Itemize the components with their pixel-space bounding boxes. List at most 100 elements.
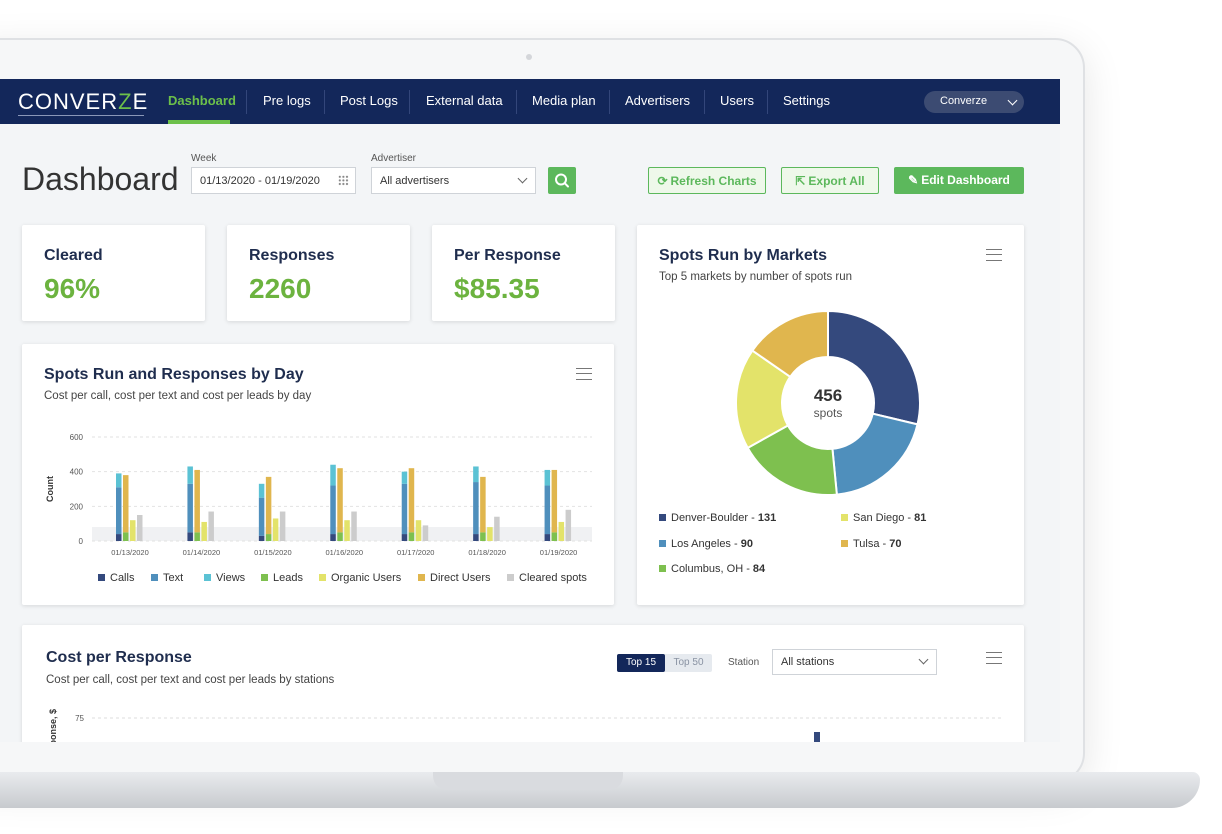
legend-market-name: Denver-Boulder - [671, 512, 758, 524]
legend-market-name: San Diego - [853, 512, 914, 524]
bar-text [258, 497, 265, 536]
bar-organic [487, 527, 493, 541]
x-tick-label: 01/19/2020 [540, 548, 578, 557]
calendar-icon[interactable] [338, 175, 349, 186]
bar-organic [201, 521, 207, 541]
legend-label: Calls [110, 572, 135, 584]
legend-label: San Diego - 81 [853, 512, 926, 524]
chevron-down-icon [1007, 95, 1018, 106]
account-dropdown[interactable]: Converze [924, 91, 1024, 113]
advertiser-value: All advertisers [380, 175, 450, 187]
legend-swatch [507, 574, 514, 581]
y-tick-label: 0 [79, 537, 84, 546]
toggle-top-15[interactable]: Top 15 [617, 654, 665, 672]
bar-text [187, 483, 193, 533]
kpi-card-cleared: Cleared 96% [22, 225, 205, 321]
search-button[interactable] [548, 167, 576, 194]
station-select[interactable]: All stations [772, 649, 937, 675]
bar-leads [551, 532, 558, 541]
bar-views [473, 466, 479, 483]
spots-by-day-chart: 0 200 400 600 Count 01/13/2020 01/14/2020 01/15… [45, 433, 592, 584]
donut-center-value: 456 [814, 386, 842, 405]
legend-market-value: 131 [758, 512, 776, 524]
legend-label: Columbus, OH - 84 [671, 563, 766, 575]
bar-cleared [279, 511, 286, 541]
x-tick-label: 01/15/2020 [254, 548, 292, 557]
y-tick-label: 400 [70, 468, 84, 477]
legend-swatch [841, 514, 848, 521]
nav-item-pre-logs[interactable]: Pre logs [263, 93, 311, 108]
nav-separator [704, 90, 705, 114]
x-tick-label: 01/14/2020 [183, 548, 221, 557]
x-tick-label: 01/17/2020 [397, 548, 435, 557]
bar-cleared [351, 511, 357, 541]
legend-label: Cleared spots [519, 572, 587, 584]
nav-item-settings[interactable]: Settings [783, 93, 830, 108]
nav-item-media-plan[interactable]: Media plan [532, 93, 596, 108]
logo-underline [18, 115, 144, 116]
legend-market-name: Tulsa - [853, 538, 889, 550]
laptop-camera [526, 54, 532, 60]
bar-cleared [208, 511, 214, 541]
top-n-toggle[interactable]: Top 15 Top 50 [617, 654, 712, 672]
account-name: Converze [940, 95, 988, 107]
bar-calls [473, 534, 479, 541]
export-all-button[interactable]: ⇱ Export All [781, 167, 879, 194]
bar-views [330, 464, 336, 486]
page-title: Dashboard [22, 161, 179, 197]
y-tick-label: 600 [70, 433, 84, 442]
refresh-charts-label: Refresh Charts [670, 174, 757, 188]
spots-by-markets-card: Spots Run by Markets Top 5 markets by nu… [637, 225, 1024, 605]
legend-swatch [418, 574, 425, 581]
legend-market-name: Columbus, OH - [671, 563, 753, 575]
station-label: Station [728, 657, 760, 668]
bar-leads [123, 532, 129, 541]
refresh-charts-button[interactable]: ⟳ Refresh Charts [648, 167, 766, 194]
toggle-top-50[interactable]: Top 50 [665, 654, 712, 672]
bar-leads [194, 532, 200, 541]
nav-active-indicator [168, 120, 230, 124]
bar-calls [116, 534, 122, 541]
week-date-range-input[interactable]: 01/13/2020 - 01/19/2020 [191, 167, 356, 194]
bar [814, 732, 820, 742]
advertiser-label: Advertiser [371, 153, 417, 164]
bar-direct [551, 469, 558, 533]
bar-calls [330, 534, 336, 541]
nav-item-advertisers[interactable]: Advertisers [625, 93, 690, 108]
legend-swatch [319, 574, 326, 581]
converze-logo[interactable]: CONVERZE [18, 89, 148, 115]
legend-label: Direct Users [430, 572, 491, 584]
legend-market-value: 70 [889, 538, 901, 550]
bar-cleared [422, 525, 429, 541]
nav-item-users[interactable]: Users [720, 93, 754, 108]
legend-market-value: 84 [753, 563, 766, 575]
bar-direct [337, 468, 343, 533]
cost-per-response-chart: Cost per response, $ 75 [48, 709, 1002, 742]
top-navbar: CONVERZE Dashboard Pre logs Post Logs Ex… [0, 79, 1060, 124]
external-link-icon: ⇱ [795, 174, 806, 188]
legend-swatch [841, 540, 848, 547]
x-tick-label: 01/18/2020 [468, 548, 506, 557]
edit-dashboard-button[interactable]: ✎ Edit Dashboard [894, 167, 1024, 194]
legend-label: Text [163, 572, 183, 584]
legend-swatch [659, 540, 666, 547]
kpi-value: 2260 [249, 273, 312, 304]
kpi-card-per-response: Per Response $85.35 [432, 225, 615, 321]
nav-item-post-logs[interactable]: Post Logs [340, 93, 398, 108]
bar-views [258, 483, 265, 498]
nav-item-dashboard[interactable]: Dashboard [168, 93, 236, 108]
week-value: 01/13/2020 - 01/19/2020 [200, 175, 320, 187]
bar-direct [123, 475, 129, 533]
nav-separator [409, 90, 410, 114]
legend-swatch [659, 565, 666, 572]
legend-label: Views [216, 572, 246, 584]
cost-per-response-card: Cost per Response Cost per call, cost pe… [22, 625, 1024, 742]
chevron-down-icon [517, 173, 528, 184]
bar-organic [272, 518, 279, 541]
bar-text [401, 483, 408, 535]
bar-direct [408, 468, 415, 533]
nav-item-external-data[interactable]: External data [426, 93, 503, 108]
legend-swatch [98, 574, 105, 581]
legend-swatch [151, 574, 158, 581]
advertiser-select[interactable]: All advertisers [371, 167, 536, 194]
